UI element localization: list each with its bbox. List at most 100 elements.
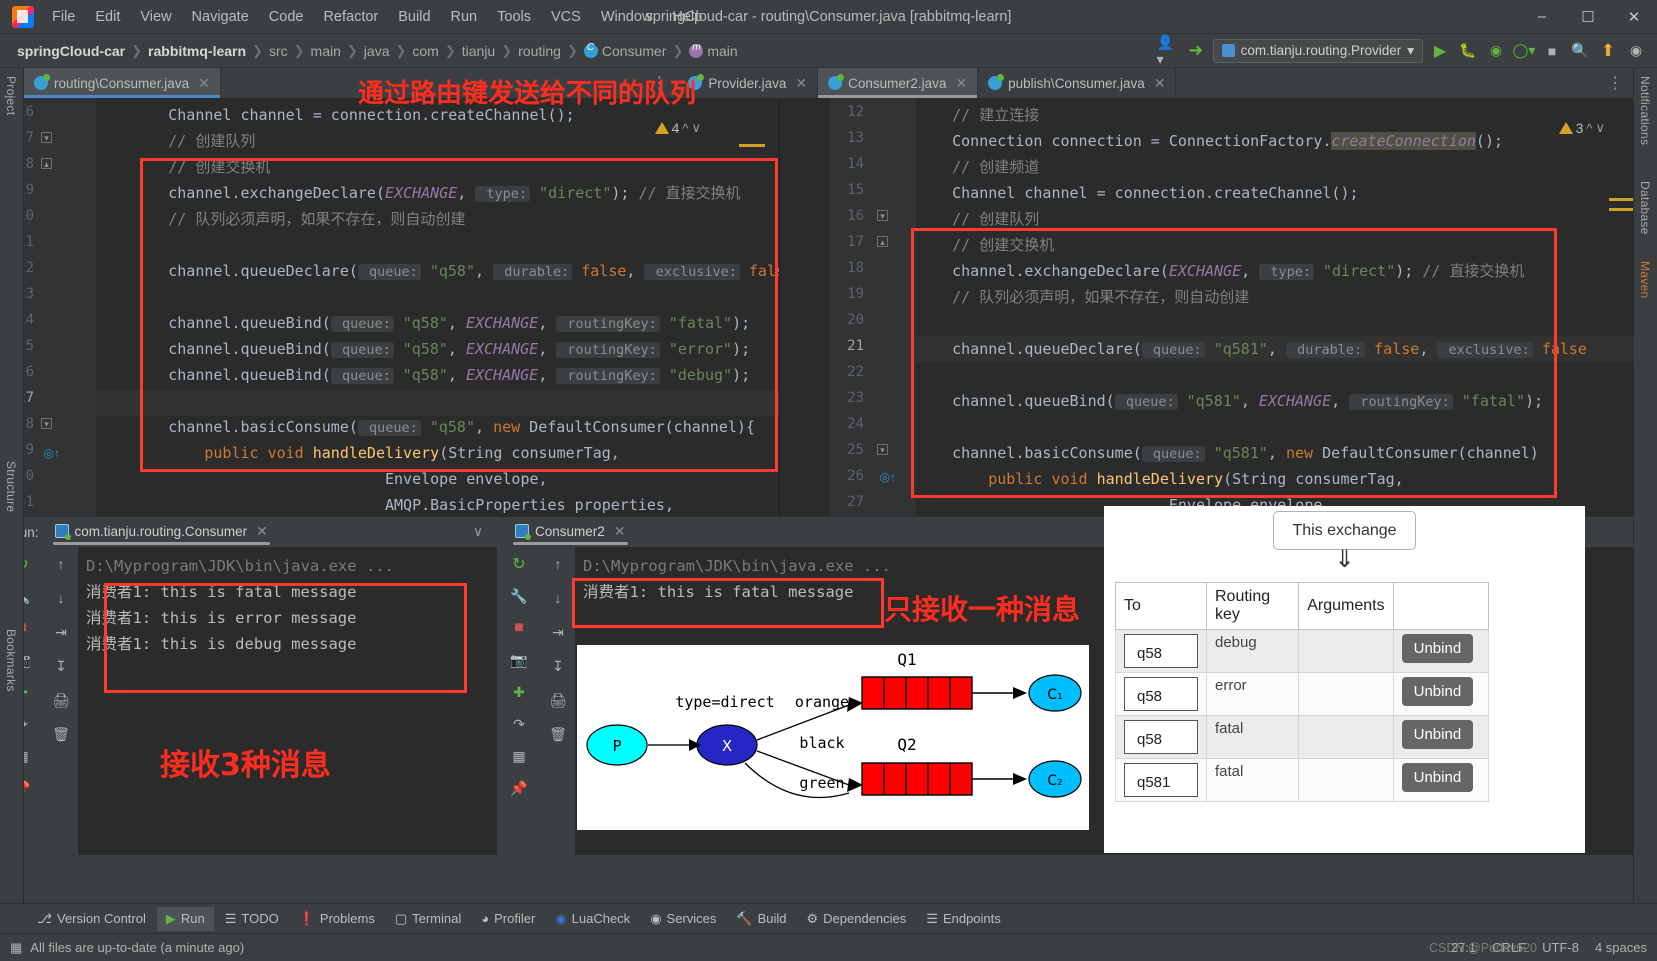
window-controls[interactable]: – ☐ ✕ — [1519, 0, 1657, 34]
search-icon[interactable]: 🔍 — [1569, 40, 1591, 62]
rail-item-project[interactable]: Project — [0, 68, 22, 123]
menu-code[interactable]: Code — [259, 5, 314, 29]
soft-wrap-icon[interactable]: ⇥ — [50, 621, 72, 643]
close-icon[interactable]: ✕ — [614, 523, 626, 540]
close-icon[interactable]: ✕ — [256, 523, 268, 540]
up-arrow-icon[interactable]: ↑ — [547, 553, 569, 575]
run-icon[interactable]: ▶ — [1429, 40, 1451, 62]
editor-left[interactable]: 16 17 18 19 20 21 22 23 24 25 26 27 28 2… — [0, 98, 780, 516]
menu-view[interactable]: View — [130, 5, 181, 29]
bottom-item-profiler[interactable]: ◕ Profiler — [472, 907, 544, 930]
update-icon[interactable]: ⬆ — [1597, 40, 1619, 62]
tab-provider[interactable]: Provider.java ✕ — [678, 68, 819, 98]
fold-icon[interactable]: ▾ — [41, 418, 52, 429]
breadcrumb-project[interactable]: springCloud-car — [12, 43, 130, 59]
stop-icon[interactable]: ■ — [1541, 40, 1563, 62]
run-coverage-icon[interactable]: ◉ — [1485, 40, 1507, 62]
menu-window[interactable]: Window — [591, 5, 663, 29]
file-encoding[interactable]: UTF-8 — [1542, 940, 1579, 955]
run-toolbar-right[interactable]: ↻ 🔧 ■ 📷 ✚ ↷ ▦ 📌 — [497, 547, 541, 855]
close-icon[interactable]: ✕ — [1154, 75, 1166, 92]
indent-setting[interactable]: 4 spaces — [1595, 940, 1647, 955]
menu-vcs[interactable]: VCS — [541, 5, 591, 29]
fold-icon[interactable]: ▾ — [877, 210, 888, 221]
profile-icon[interactable]: ◯▾ — [1513, 40, 1536, 62]
bottom-item-endpoints[interactable]: ☰ Endpoints — [917, 907, 1009, 931]
fold-icon[interactable]: ▴ — [41, 158, 52, 169]
menu-help[interactable]: Help — [662, 5, 712, 29]
chevron-up-icon[interactable]: ^ — [682, 121, 688, 136]
close-button[interactable]: ✕ — [1611, 0, 1657, 34]
chevron-down-icon[interactable]: ∨ — [691, 120, 701, 136]
unbind-button[interactable]: Unbind — [1401, 763, 1474, 792]
close-icon[interactable]: ✕ — [198, 75, 210, 92]
code-left[interactable]: Channel channel = connection.createChann… — [96, 98, 779, 516]
run-toolbar-right-secondary[interactable]: ↑ ↓ ⇥ ↧ 🖨 🗑 — [541, 547, 575, 855]
tab-consumer2[interactable]: Consumer2.java ✕ — [818, 68, 979, 98]
layout-icon[interactable]: ▦ — [508, 745, 530, 767]
bottom-item-services[interactable]: ◉ Services — [641, 907, 725, 931]
editor-settings-menu[interactable]: ⋮ — [1597, 68, 1633, 98]
tab-routing-consumer[interactable]: routing\Consumer.java ✕ — [24, 68, 221, 98]
down-arrow-icon[interactable]: ↓ — [50, 587, 72, 609]
col-to[interactable]: To — [1115, 582, 1207, 630]
bottom-item-luacheck[interactable]: ◉ LuaCheck — [546, 907, 639, 931]
override-marker-icon[interactable]: ◎↑ — [880, 470, 896, 484]
print-icon[interactable]: 🖨 — [547, 689, 569, 711]
print-icon[interactable]: ✚ — [508, 681, 530, 703]
breadcrumb-src[interactable]: src — [264, 43, 293, 59]
menu-build[interactable]: Build — [388, 5, 440, 29]
trash-icon[interactable]: 🗑 — [50, 723, 72, 745]
pin-icon[interactable]: 📌 — [508, 777, 530, 799]
unbind-button[interactable]: Unbind — [1401, 634, 1474, 663]
breadcrumb-routing[interactable]: routing — [513, 43, 566, 59]
menu-navigate[interactable]: Navigate — [182, 5, 259, 29]
bottom-item-build[interactable]: 🔨 Build — [727, 907, 795, 931]
camera-icon[interactable]: 📷 — [508, 649, 530, 671]
run-configuration-selector[interactable]: com.tianju.routing.Provider ▾ — [1212, 38, 1423, 63]
run-tab-consumer[interactable]: com.tianju.routing.Consumer ✕ — [47, 520, 276, 545]
rail-item-structure[interactable]: Structure — [0, 453, 22, 520]
menu-refactor[interactable]: Refactor — [313, 5, 388, 29]
trash-icon[interactable]: 🗑 — [547, 723, 569, 745]
bottom-item-run[interactable]: ▶ Run — [156, 906, 214, 931]
stop-icon[interactable]: ■ — [508, 617, 530, 639]
col-arguments[interactable]: Arguments — [1298, 582, 1394, 630]
back-arrow-icon[interactable]: ➜ — [1185, 40, 1207, 62]
menu-run[interactable]: Run — [441, 5, 488, 29]
rail-item-bookmarks[interactable]: Bookmarks — [0, 621, 22, 700]
queue-link[interactable]: q58 — [1124, 677, 1198, 711]
rail-item-maven[interactable]: Maven — [1634, 253, 1656, 307]
bottom-item-todo[interactable]: ☰ TODO — [216, 907, 288, 931]
scroll-to-end-icon[interactable]: ↧ — [547, 655, 569, 677]
close-icon[interactable]: ✕ — [795, 75, 807, 92]
rail-item-notifications[interactable]: Notifications — [1634, 68, 1656, 153]
scroll-to-end-icon[interactable]: ↧ — [50, 655, 72, 677]
debug-icon[interactable]: 🐛 — [1457, 40, 1479, 62]
breadcrumb-tianju[interactable]: tianju — [457, 43, 500, 59]
up-arrow-icon[interactable]: ↑ — [50, 553, 72, 575]
fold-icon[interactable]: ▴ — [877, 236, 888, 247]
queue-link[interactable]: q58 — [1124, 634, 1198, 668]
print-icon[interactable]: 🖨 — [50, 689, 72, 711]
chevron-up-icon[interactable]: ^ — [1586, 121, 1592, 136]
main-menu[interactable]: File Edit View Navigate Code Refactor Bu… — [42, 5, 712, 29]
export-icon[interactable]: ↷ — [508, 713, 530, 735]
user-icon[interactable]: 👤▾ — [1157, 34, 1179, 67]
breadcrumb-method[interactable]: main — [684, 42, 742, 59]
run-tab-consumer2[interactable]: Consumer2 ✕ — [507, 520, 634, 545]
console-left[interactable]: D:\Myprogram\JDK\bin\java.exe ... 消费者1: … — [78, 547, 497, 855]
breadcrumb-main[interactable]: main — [306, 43, 346, 59]
editor-right[interactable]: 12 13 14 15 16 17 18 19 20 21 22 23 24 2… — [780, 98, 1657, 516]
menu-edit[interactable]: Edit — [85, 5, 130, 29]
rail-item-database[interactable]: Database — [1634, 173, 1656, 243]
down-arrow-icon[interactable]: ↓ — [547, 587, 569, 609]
this-exchange-button[interactable]: This exchange — [1273, 511, 1416, 550]
run-toolbar-left-secondary[interactable]: ↑ ↓ ⇥ ↧ 🖨 🗑 — [44, 547, 78, 855]
bottom-item-version-control[interactable]: ⎇ Version Control — [28, 907, 155, 931]
rerun-icon[interactable]: ↻ — [508, 553, 530, 575]
menu-file[interactable]: File — [42, 5, 85, 29]
col-routing-key[interactable]: Routing key — [1205, 582, 1300, 630]
queue-link[interactable]: q581 — [1124, 763, 1198, 797]
bottom-item-dependencies[interactable]: ⚙ Dependencies — [798, 907, 916, 931]
